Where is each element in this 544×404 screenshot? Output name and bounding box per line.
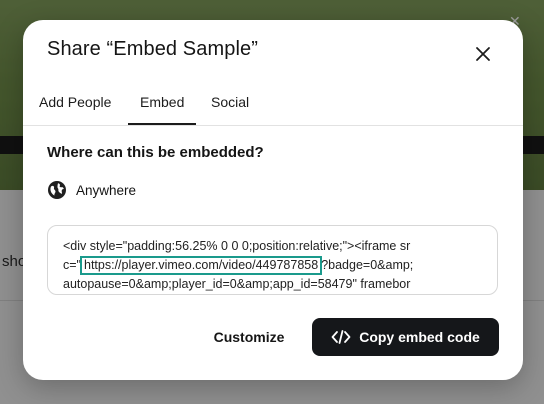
- embed-location-heading: Where can this be embedded?: [47, 144, 264, 161]
- embed-code-line-2: c=" https://player.vimeo.com/video/449787…: [63, 256, 487, 275]
- embed-code-textarea[interactable]: <div style="padding:56.25% 0 0 0;positio…: [47, 225, 498, 295]
- copy-embed-code-button[interactable]: Copy embed code: [312, 318, 499, 356]
- copy-embed-code-label: Copy embed code: [359, 329, 480, 345]
- embed-code-line-2-suffix: ?badge=0&amp;: [321, 258, 414, 272]
- embed-code-line-1: <div style="padding:56.25% 0 0 0;positio…: [63, 239, 411, 253]
- share-modal: Share “Embed Sample” Add People Embed So…: [23, 20, 523, 380]
- embed-location-value: Anywhere: [76, 182, 137, 198]
- embed-code-line-2-prefix: c=": [63, 258, 81, 272]
- close-button[interactable]: [469, 40, 497, 68]
- tab-social[interactable]: Social: [211, 94, 249, 124]
- embed-url-highlight: https://player.vimeo.com/video/449787858: [80, 256, 323, 275]
- embed-location-selector[interactable]: Anywhere: [47, 179, 136, 201]
- customize-button[interactable]: Customize: [199, 318, 299, 356]
- modal-title: Share “Embed Sample”: [47, 38, 258, 60]
- close-icon: [476, 47, 490, 61]
- embed-code-line-3: autopause=0&amp;player_id=0&amp;app_id=5…: [63, 277, 411, 291]
- code-brackets-icon: [331, 330, 351, 344]
- tab-embed[interactable]: Embed: [127, 94, 197, 125]
- globe-icon: [48, 181, 66, 199]
- embed-code-text: <div style="padding:56.25% 0 0 0;positio…: [63, 237, 487, 294]
- tab-bar: Add People Embed Social: [23, 86, 523, 126]
- tab-add-people[interactable]: Add People: [39, 94, 111, 124]
